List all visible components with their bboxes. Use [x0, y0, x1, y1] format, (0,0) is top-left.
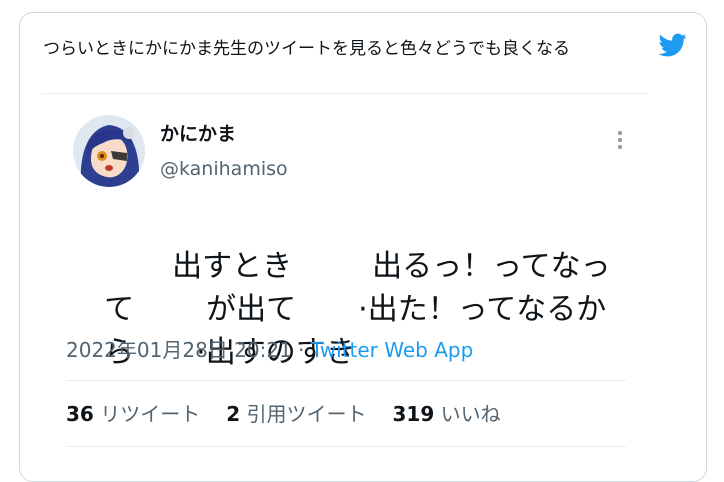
- quote-text: つらいときにかにかま先生のツイートを見ると色々どうでも良くなる: [43, 39, 570, 59]
- source-app-link[interactable]: Twitter Web App: [311, 338, 473, 362]
- likes-stat[interactable]: 319 いいね: [392, 398, 500, 427]
- quote-tweets-label: 引用ツイート: [246, 402, 367, 426]
- tweet-fragment: 出すとき: [172, 249, 293, 284]
- retweets-count: 36: [66, 402, 94, 426]
- tweet-fragment: て: [104, 292, 135, 327]
- twitter-bird-icon[interactable]: [657, 31, 689, 59]
- display-name[interactable]: かにかま: [160, 119, 236, 146]
- user-handle[interactable]: @kanihamiso: [160, 158, 288, 180]
- tweet-text: 出すとき 出るっ！ってなっ てが出て ·出た！ってなるか ら ·出すのすき: [66, 202, 626, 370]
- more-vertical-icon[interactable]: [608, 128, 632, 152]
- tweet-fragment: が出て: [206, 292, 297, 327]
- quote-tweets-count: 2: [226, 402, 241, 426]
- tweet-meta: 2022年01月28日 20:21 · Twitter Web App: [66, 334, 473, 363]
- likes-label: いいね: [440, 402, 501, 426]
- divider: [66, 380, 626, 381]
- avatar[interactable]: [73, 115, 145, 187]
- retweets-label: リツイート: [100, 402, 201, 426]
- divider: [42, 93, 648, 94]
- quote-tweets-stat[interactable]: 2 引用ツイート: [226, 398, 366, 427]
- tweet-fragment: ·出た！ってなるか: [358, 292, 607, 327]
- divider: [66, 446, 626, 447]
- tweet-line: 出すとき 出るっ！ってなっ: [66, 202, 626, 284]
- engagement-stats: 36 リツイート 2 引用ツイート 319 いいね: [66, 398, 527, 427]
- likes-count: 319: [392, 402, 435, 426]
- tweet-fragment: 出るっ！ってなっ: [372, 249, 611, 284]
- meta-separator: ·: [291, 338, 311, 362]
- retweets-stat[interactable]: 36 リツイート: [66, 398, 200, 427]
- tweet-timestamp[interactable]: 2022年01月28日 20:21: [66, 338, 292, 362]
